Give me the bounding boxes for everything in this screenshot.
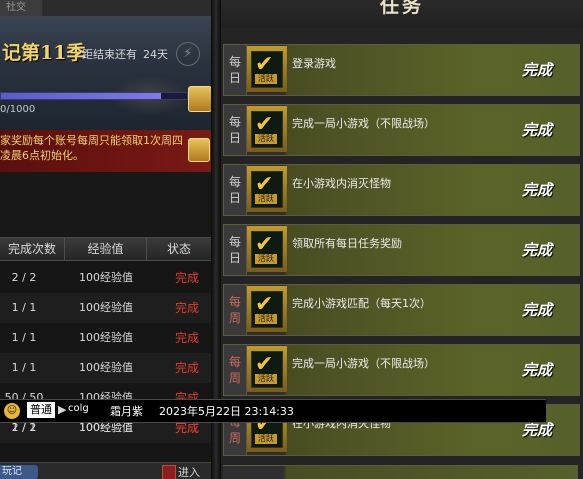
season-remain-label: 距结束还有 bbox=[82, 48, 137, 61]
chat-user[interactable]: colg bbox=[68, 403, 89, 414]
task-status: 完成 bbox=[522, 241, 553, 259]
user-avatar-icon[interactable]: ☺ bbox=[4, 403, 20, 419]
task-stamp: 活跃 bbox=[255, 194, 277, 204]
row-count: 1 / 1 bbox=[11, 361, 37, 374]
row-status: 完成 bbox=[174, 331, 199, 345]
task-period: 每周 bbox=[224, 285, 247, 335]
chat-channel-tag[interactable]: 普通 bbox=[27, 402, 55, 418]
row-status: 完成 bbox=[174, 361, 199, 375]
table-row: 1 / 1 100经验值 完成 bbox=[0, 293, 211, 323]
task-check-icon: ✔ 活跃 bbox=[251, 51, 283, 88]
task-item[interactable]: 每日 ✔ 活跃 完成一局小游戏（不限战场） 完成 bbox=[223, 104, 580, 156]
task-panel-header: 任务 bbox=[221, 0, 583, 28]
task-name: 在小游戏内消灭怪物 bbox=[292, 177, 391, 190]
arrow-right-icon: ▶ bbox=[58, 403, 67, 416]
season-progress-text: 0/1000 bbox=[0, 104, 36, 115]
bottom-tab-button[interactable]: 玩记 bbox=[0, 465, 38, 479]
task-icon-frame: ✔ 活跃 bbox=[247, 346, 287, 392]
task-name: 完成一局小游戏（不限战场） bbox=[292, 117, 435, 130]
row-status: 完成 bbox=[174, 271, 199, 285]
header-exp: 经验值 bbox=[65, 238, 147, 260]
enter-icon[interactable] bbox=[162, 465, 176, 479]
task-item[interactable]: 每周 ✔ 活跃 完成一局小游戏（不限战场） 完成 bbox=[223, 344, 580, 396]
task-item[interactable]: 每日 ✔ 活跃 领取所有每日任务奖励 完成 bbox=[223, 224, 580, 276]
tab-social[interactable]: 社交 bbox=[0, 0, 42, 16]
task-status: 完成 bbox=[522, 121, 553, 139]
task-period: 每日 bbox=[224, 105, 247, 155]
task-icon-frame: ✔ 活跃 bbox=[247, 226, 287, 272]
table-header: 完成次数 经验值 状态 bbox=[0, 237, 211, 261]
table-row: 2 / 2 100经验值 完成 bbox=[0, 263, 211, 293]
task-check-icon: ✔ 活跃 bbox=[251, 291, 283, 328]
enter-label[interactable]: 进入 bbox=[178, 464, 200, 479]
task-period: 每日 bbox=[224, 165, 247, 215]
task-stamp: 活跃 bbox=[255, 254, 277, 264]
table-row: 1 / 1 100经验值 完成 bbox=[0, 353, 211, 383]
task-name: 完成小游戏匹配（每天1次） bbox=[292, 297, 431, 310]
chat-timestamp: 2023年5月22日 23:14:33 bbox=[159, 405, 294, 418]
row-exp: 100经验值 bbox=[79, 331, 133, 344]
task-stamp: 活跃 bbox=[255, 434, 277, 444]
lightning-icon[interactable]: ⚡ bbox=[176, 42, 200, 66]
task-name: 领取所有每日任务奖励 bbox=[292, 237, 402, 250]
row-exp: 100经验值 bbox=[79, 271, 133, 284]
task-period: 每日 bbox=[224, 45, 247, 95]
task-name: 登录游戏 bbox=[292, 57, 336, 70]
row-count: 1 / 1 bbox=[11, 301, 37, 314]
task-check-icon: ✔ 活跃 bbox=[251, 351, 283, 388]
task-icon-frame: ✔ 活跃 bbox=[247, 46, 287, 92]
row-count: 1 / 1 bbox=[11, 331, 37, 344]
row-exp: 100经验值 bbox=[79, 361, 133, 374]
task-item[interactable]: 每日 ✔ 活跃 登录游戏 完成 bbox=[223, 44, 580, 96]
row-status: 完成 bbox=[174, 301, 199, 315]
left-bottom-bar: 玩记 进入 bbox=[0, 462, 211, 479]
task-check-icon: ✔ 活跃 bbox=[251, 231, 283, 268]
season-progress-bar bbox=[0, 92, 188, 100]
task-icon-frame: ✔ 活跃 bbox=[247, 106, 287, 152]
reward-chest-icon[interactable] bbox=[188, 86, 211, 112]
season-title: 记第11季 bbox=[2, 42, 86, 64]
task-stamp: 活跃 bbox=[255, 374, 277, 384]
notice-text: 家奖励每个账号每周只能领取1次周四凌晨6点初始化。 bbox=[0, 134, 183, 162]
task-check-icon: ✔ 活跃 bbox=[251, 171, 283, 208]
task-stamp: 活跃 bbox=[255, 314, 277, 324]
task-status: 完成 bbox=[522, 301, 553, 319]
table-row: 1 / 1 100经验值 完成 bbox=[0, 323, 211, 353]
notice-banner: 家奖励每个账号每周只能领取1次周四凌晨6点初始化。 bbox=[0, 130, 211, 172]
task-name: 完成一局小游戏（不限战场） bbox=[292, 357, 435, 370]
task-item-partial[interactable] bbox=[223, 465, 578, 479]
season-progress-fill bbox=[1, 93, 161, 99]
header-status: 状态 bbox=[166, 242, 191, 256]
task-stamp: 活跃 bbox=[255, 74, 277, 84]
task-period: 每周 bbox=[224, 345, 247, 395]
gift-icon[interactable] bbox=[188, 138, 210, 162]
task-status: 完成 bbox=[522, 61, 553, 79]
task-status: 完成 bbox=[522, 361, 553, 379]
row-exp: 100经验值 bbox=[79, 301, 133, 314]
task-item[interactable]: 每周 ✔ 活跃 完成小游戏匹配（每天1次） 完成 bbox=[223, 284, 580, 336]
task-item[interactable]: 每日 ✔ 活跃 在小游戏内消灭怪物 完成 bbox=[223, 164, 580, 216]
header-count: 完成次数 bbox=[0, 238, 65, 260]
task-period: 每日 bbox=[224, 225, 247, 275]
row-count: 2 / 2 bbox=[11, 271, 37, 284]
chat-sender-name[interactable]: 霜月紫 bbox=[110, 403, 143, 419]
task-stamp: 活跃 bbox=[255, 134, 277, 144]
left-spacer bbox=[0, 172, 211, 236]
chat-message-bar: ☺ 普通 ▶ colg 霜月紫 2023年5月22日 23:14:33 bbox=[0, 399, 546, 423]
task-panel-title: 任务 bbox=[379, 0, 424, 17]
task-icon-frame: ✔ 活跃 bbox=[247, 286, 287, 332]
task-icon-frame: ✔ 活跃 bbox=[247, 166, 287, 212]
season-remain-days: 24天 bbox=[143, 48, 168, 61]
task-status: 完成 bbox=[522, 181, 553, 199]
task-check-icon: ✔ 活跃 bbox=[251, 111, 283, 148]
